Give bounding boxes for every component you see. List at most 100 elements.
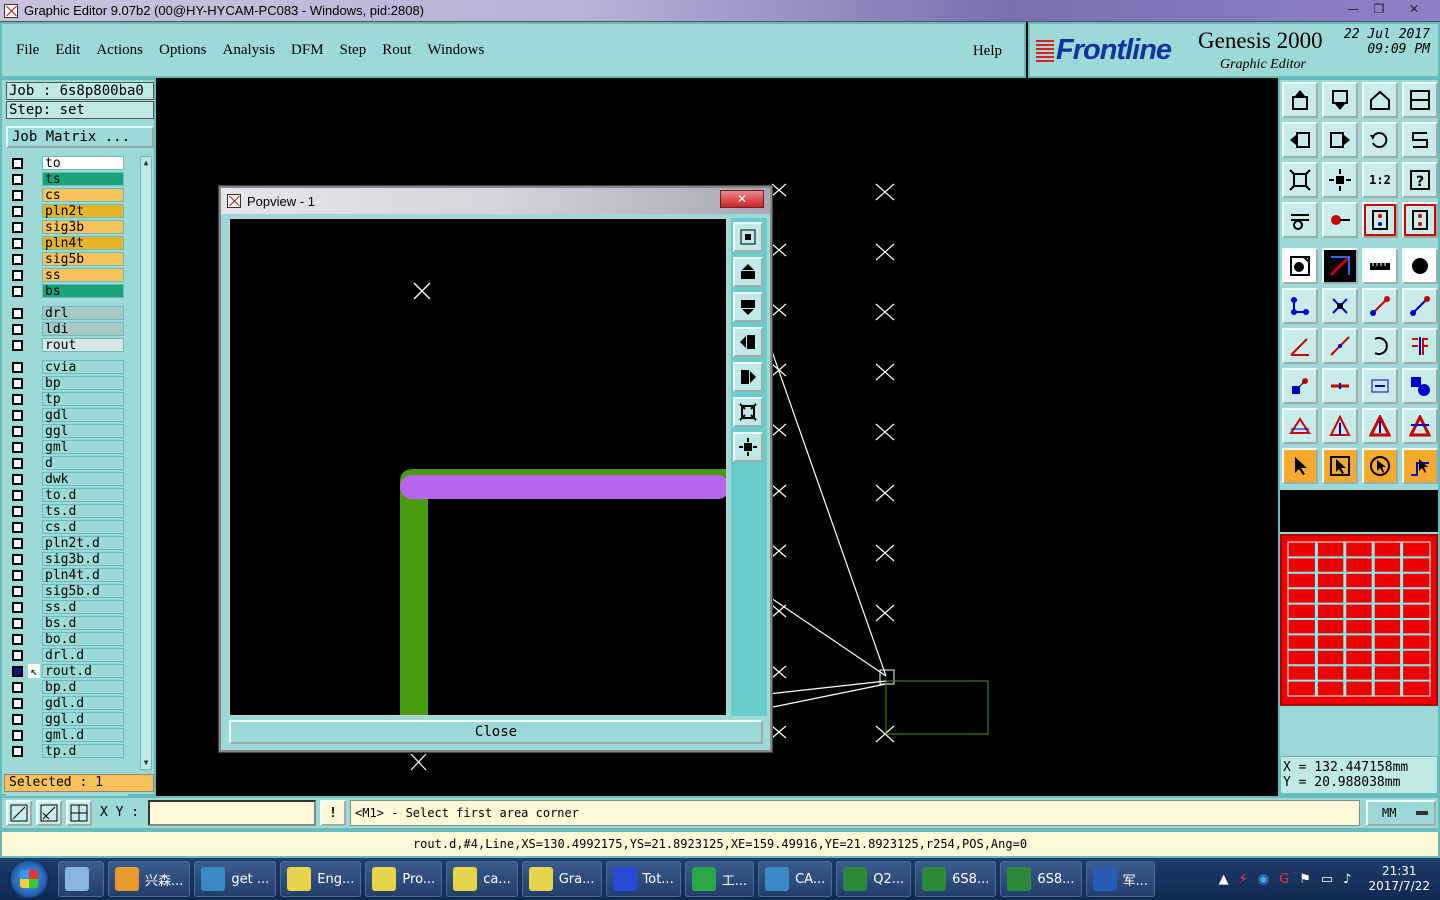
snap-right-icon[interactable] [1322, 122, 1358, 158]
zoom-1to2-icon[interactable]: 1:2 [1362, 162, 1398, 198]
layer-checkbox[interactable] [12, 714, 23, 725]
taskbar-item[interactable]: 兴森... [108, 861, 191, 897]
layer-name[interactable]: bs.d [42, 616, 124, 631]
layer-name[interactable]: sig3b [42, 220, 124, 235]
layer-checkbox[interactable] [12, 410, 23, 421]
layer-checkbox[interactable] [12, 554, 23, 565]
grid-snap-icon[interactable] [66, 800, 92, 826]
layer-row[interactable]: cs [6, 188, 128, 203]
layer-checkbox[interactable] [12, 474, 23, 485]
triangle-large-icon[interactable] [1362, 408, 1398, 444]
layer-name[interactable]: bp.d [42, 680, 124, 695]
layer-scrollbar[interactable]: ▲ ▼ [140, 156, 152, 770]
menu-file[interactable]: File [16, 42, 39, 59]
layer-name[interactable]: ldi [42, 322, 124, 337]
layer-name[interactable]: cs.d [42, 520, 124, 535]
layer-row[interactable]: d [6, 456, 128, 471]
layer-name[interactable]: ts.d [42, 504, 124, 519]
tray-g-icon[interactable]: G [1279, 872, 1289, 887]
layer-row[interactable]: rout.d ↖ [6, 664, 128, 679]
layer-checkbox[interactable] [12, 730, 23, 741]
taskbar-item[interactable]: Tot... [605, 861, 681, 897]
angle-icon[interactable] [1282, 328, 1318, 364]
warning-icon[interactable]: ! [320, 800, 346, 826]
layer-row[interactable]: gml.d [6, 728, 128, 743]
layer-row[interactable]: pln4t.d [6, 568, 128, 583]
layer-name[interactable]: ggl.d [42, 712, 124, 727]
layer-checkbox[interactable] [12, 394, 23, 405]
layer-name[interactable]: sig5b [42, 252, 124, 267]
taskbar-item[interactable]: 工... [684, 861, 755, 897]
layer-row[interactable]: sig3b [6, 220, 128, 235]
menu-dfm[interactable]: DFM [291, 42, 324, 59]
taskbar-calculator[interactable] [58, 861, 104, 897]
taskbar-item[interactable]: Pro... [365, 861, 443, 897]
pointer-box-icon[interactable] [1322, 448, 1358, 484]
layer-row[interactable]: ts [6, 172, 128, 187]
layer-name[interactable]: dwk [42, 472, 124, 487]
layer-row[interactable]: pln2t [6, 204, 128, 219]
layer-row[interactable]: bp [6, 376, 128, 391]
probe-icon[interactable] [1322, 202, 1358, 238]
taskbar-item[interactable]: 6S8... [1000, 861, 1082, 897]
snap-left-icon[interactable] [1282, 122, 1318, 158]
taskbar-item[interactable]: Eng... [280, 861, 362, 897]
taskbar-item[interactable]: get ... [194, 861, 277, 897]
layer-name[interactable]: bs [42, 284, 124, 299]
tray-flag-icon[interactable]: ⚑ [1299, 872, 1311, 887]
layer-name[interactable]: gdl [42, 408, 124, 423]
connect-nodes-icon[interactable] [1282, 288, 1318, 324]
snap-up-icon[interactable] [1282, 82, 1318, 118]
ruler-icon[interactable] [1362, 248, 1398, 284]
triangle-medium-icon[interactable] [1322, 408, 1358, 444]
scroll-up-icon[interactable]: ▲ [141, 157, 151, 169]
layer-checkbox[interactable] [12, 618, 23, 629]
layer-row[interactable]: ss.d [6, 600, 128, 615]
measure-distance-icon[interactable] [1362, 368, 1398, 404]
popview-viewport[interactable] [229, 218, 727, 716]
menu-edit[interactable]: Edit [55, 42, 80, 59]
layer-name[interactable]: drl.d [42, 648, 124, 663]
zoom-out-icon[interactable] [733, 432, 763, 462]
tray-display-icon[interactable]: ▭ [1321, 872, 1333, 887]
layer-checkbox[interactable] [12, 190, 23, 201]
tray-network-app-icon[interactable]: ◉ [1258, 872, 1269, 887]
layer-checkbox[interactable] [12, 570, 23, 581]
help-icon[interactable]: ? [1402, 162, 1438, 198]
popview-close-button[interactable]: Close [229, 720, 763, 744]
layer-name[interactable]: tp.d [42, 744, 124, 759]
undo-view-icon[interactable] [1362, 122, 1398, 158]
layer-name[interactable]: ss [42, 268, 124, 283]
layer-checkbox[interactable] [12, 634, 23, 645]
layer-checkbox[interactable] [12, 324, 23, 335]
layer-checkbox[interactable] [12, 206, 23, 217]
line-segment-icon[interactable] [1362, 288, 1398, 324]
menu-help[interactable]: Help [973, 43, 1002, 60]
copy-pad-icon[interactable] [1282, 368, 1318, 404]
layer-row[interactable]: ggl.d [6, 712, 128, 727]
layer-name[interactable]: tp [42, 392, 124, 407]
pointer-route-icon[interactable] [1402, 448, 1438, 484]
layer-name[interactable]: d [42, 456, 124, 471]
scroll-down-icon[interactable]: ▼ [141, 757, 151, 769]
layer-checkbox[interactable] [12, 538, 23, 549]
taskbar-item[interactable]: CA... [758, 861, 833, 897]
line-endpoint-icon[interactable] [1402, 288, 1438, 324]
pan-down-icon[interactable] [733, 292, 763, 322]
net-compare-icon[interactable] [1402, 202, 1438, 238]
home-icon[interactable] [1362, 82, 1398, 118]
layer-name[interactable]: rout [42, 338, 124, 353]
layer-checkbox[interactable] [12, 270, 23, 281]
color-select-icon[interactable] [1322, 248, 1358, 284]
layer-row[interactable]: drl.d [6, 648, 128, 663]
layer-name[interactable]: ggl [42, 424, 124, 439]
layer-name[interactable]: cvia [42, 360, 124, 375]
layer-row[interactable]: cs.d [6, 520, 128, 535]
snap-down-icon[interactable] [1322, 82, 1358, 118]
layer-checkbox[interactable] [12, 490, 23, 501]
layer-name[interactable]: ts [42, 172, 124, 187]
layer-row[interactable]: pln2t.d [6, 536, 128, 551]
layer-checkbox[interactable] [12, 666, 23, 677]
shapes-icon[interactable] [1402, 368, 1438, 404]
layer-name[interactable]: sig3b.d [42, 552, 124, 567]
